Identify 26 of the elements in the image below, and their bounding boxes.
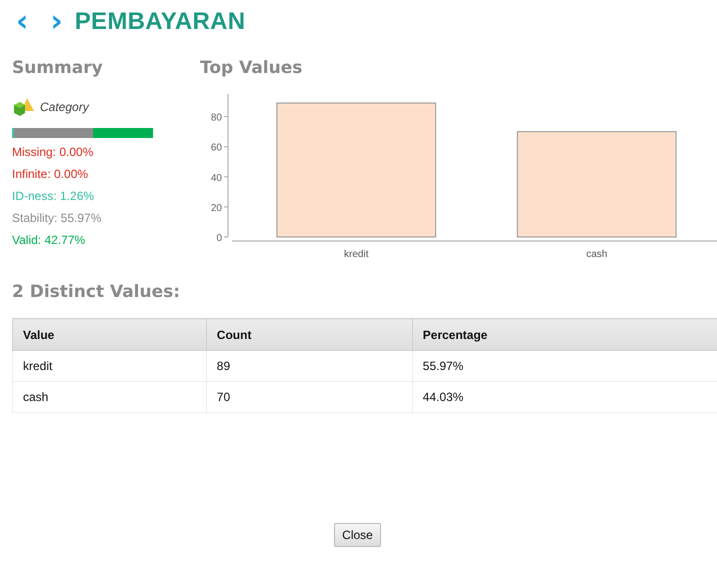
type-label: Category bbox=[40, 100, 89, 114]
distinct-values-heading: 2 Distinct Values: bbox=[12, 282, 182, 304]
y-tick-label: 0 bbox=[216, 233, 222, 244]
page-title: PEMBAYARAN bbox=[74, 8, 246, 36]
stat-text: ID-ness: 1.26% bbox=[12, 189, 96, 204]
table-cell: kredit bbox=[12, 350, 206, 382]
shapes-icon bbox=[12, 97, 36, 117]
table-cell: 70 bbox=[206, 382, 412, 412]
table-cell: 89 bbox=[206, 350, 412, 382]
summary-heading: Summary bbox=[12, 58, 104, 80]
stat-text: Valid: 42.77% bbox=[12, 233, 86, 248]
top-values-heading: Top Values bbox=[200, 58, 304, 80]
stat-text: Missing: 0.00% bbox=[12, 145, 94, 160]
stat-text: Infinite: 0.00% bbox=[12, 167, 90, 182]
y-tick-label: 40 bbox=[210, 172, 222, 184]
column-header[interactable]: Value bbox=[12, 318, 206, 350]
close-button[interactable]: Close bbox=[334, 523, 381, 547]
column-header[interactable]: Percentage bbox=[412, 318, 717, 350]
stat-text: Stability: 55.97% bbox=[12, 211, 102, 226]
table-cell: cash bbox=[12, 382, 206, 412]
y-tick-label: 60 bbox=[210, 142, 222, 154]
y-tick-label: 80 bbox=[210, 112, 222, 124]
x-category-label: kredit bbox=[344, 249, 368, 260]
column-header[interactable]: Count bbox=[206, 318, 412, 350]
x-category-label: cash bbox=[586, 249, 608, 260]
y-tick-label: 20 bbox=[210, 202, 222, 214]
